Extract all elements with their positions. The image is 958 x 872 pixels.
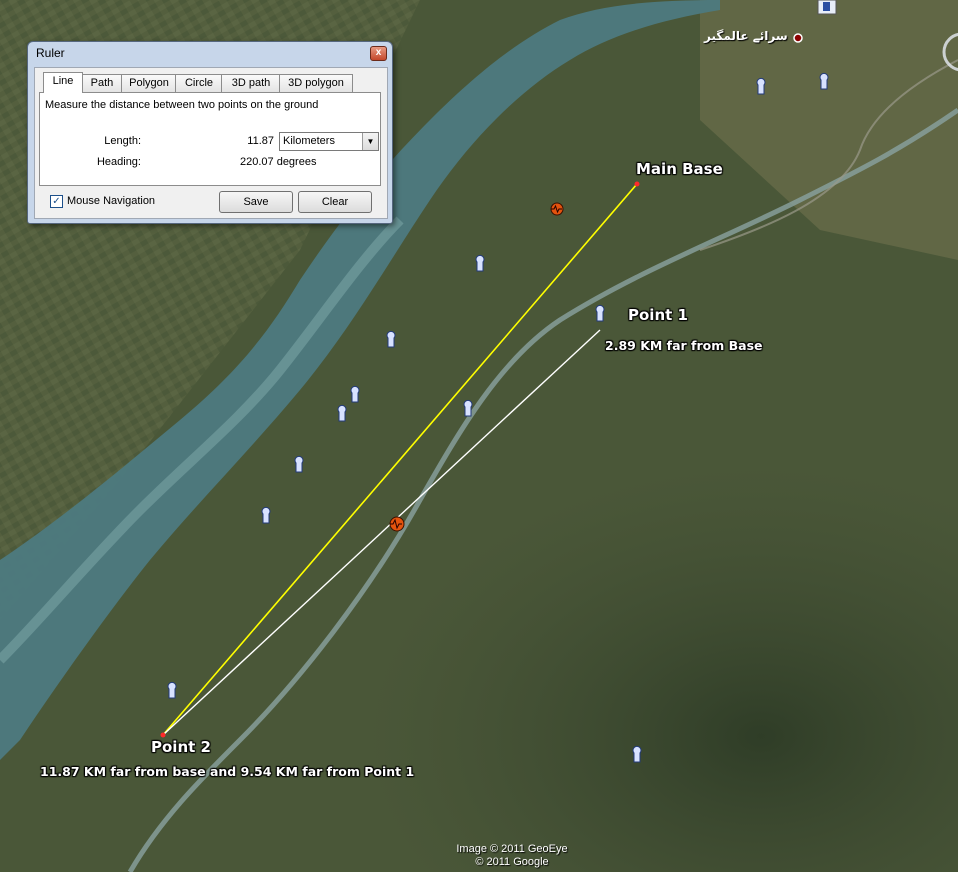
pin-icon: [819, 72, 829, 90]
pegman-icon[interactable]: [817, 0, 837, 15]
point1-label: Point 1: [628, 306, 688, 324]
pin-icon: [463, 399, 473, 417]
ruler-title: Ruler: [36, 46, 65, 60]
pin-icon: [386, 330, 396, 348]
tab-polygon[interactable]: Polygon: [121, 74, 177, 92]
tab-3d-polygon[interactable]: 3D polygon: [279, 74, 353, 92]
clear-button[interactable]: Clear: [298, 191, 372, 213]
ruler-body: Line Path Polygon Circle 3D path 3D poly…: [34, 67, 388, 219]
point2-label: Point 2: [151, 738, 211, 756]
pin-icon: [350, 385, 360, 403]
pin-icon: [475, 254, 485, 272]
point1-note: 2.89 KM far from Base: [605, 338, 763, 353]
close-button[interactable]: x: [370, 46, 387, 61]
pin-icon: [294, 455, 304, 473]
mouse-navigation-checkbox[interactable]: ✓: [50, 195, 63, 208]
ruler-dialog[interactable]: Ruler x Line Path Polygon Circle 3D path…: [27, 41, 393, 224]
save-button[interactable]: Save: [219, 191, 293, 213]
pin-icon: [337, 404, 347, 422]
pin-icon: [756, 77, 766, 95]
pin-icon: [261, 506, 271, 524]
heading-value: 220.07 degrees: [240, 156, 317, 168]
mouse-navigation-label: Mouse Navigation: [67, 195, 156, 207]
measure-description: Measure the distance between two points …: [45, 99, 319, 111]
line-tab-panel: Measure the distance between two points …: [39, 92, 381, 186]
imagery-copyright: Image © 2011 GeoEye © 2011 Google: [446, 843, 578, 869]
tab-path[interactable]: Path: [81, 74, 123, 92]
length-label: Length:: [104, 135, 141, 147]
main-base-label: Main Base: [636, 160, 723, 178]
unit-select[interactable]: Kilometers ▼: [279, 132, 379, 151]
hills-shade: [300, 420, 958, 872]
unit-selected: Kilometers: [283, 135, 335, 147]
ruler-titlebar[interactable]: Ruler x: [28, 42, 392, 64]
place-label-urdu: سرائے عالمگیر: [704, 29, 788, 43]
point2-note: 11.87 KM far from base and 9.54 KM far f…: [40, 764, 415, 779]
pin-icon: [167, 681, 177, 699]
heading-label: Heading:: [96, 156, 141, 168]
place-dot-icon[interactable]: [793, 33, 803, 43]
length-value: 11.87: [247, 135, 274, 147]
tab-3d-path[interactable]: 3D path: [221, 74, 281, 92]
pin-icon: [632, 745, 642, 763]
chevron-down-icon[interactable]: ▼: [362, 133, 378, 150]
close-icon: x: [375, 47, 382, 58]
pin-icon: [595, 304, 605, 322]
point2-marker[interactable]: [160, 732, 166, 738]
tab-line[interactable]: Line: [43, 72, 83, 93]
main-base-marker[interactable]: [634, 181, 640, 187]
tab-circle[interactable]: Circle: [175, 74, 223, 92]
copyright-line-1: Image © 2011 GeoEye: [456, 843, 568, 855]
copyright-line-2: © 2011 Google: [475, 856, 549, 868]
